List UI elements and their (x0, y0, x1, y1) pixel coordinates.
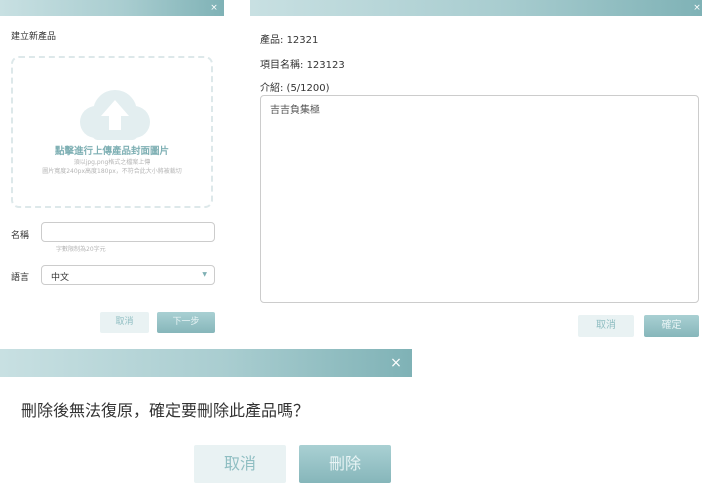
cancel-button[interactable]: 取消 (194, 445, 286, 483)
close-icon[interactable]: × (208, 0, 220, 16)
dialog-header-bar (250, 0, 702, 16)
item-name-info: 項目名稱: 123123 (260, 56, 345, 71)
next-button[interactable]: 下一步 (157, 312, 215, 333)
intro-text: 吉吉負集極 (270, 105, 320, 116)
cancel-button[interactable]: 取消 (578, 315, 634, 337)
intro-label: 介紹: (5/1200) (260, 83, 330, 94)
product-label: 產品: (260, 35, 287, 46)
delete-message: 刪除後無法復原，確定要刪除此產品嗎？ (21, 401, 310, 420)
item-name-label: 項目名稱: (260, 60, 307, 71)
upload-hint: 須以jpg,png格式之檔案上傳 (73, 159, 151, 166)
cloud-upload-icon (80, 90, 150, 140)
chevron-down-icon: ▼ (202, 271, 207, 278)
delete-button[interactable]: 刪除 (299, 445, 391, 483)
name-input[interactable] (41, 222, 215, 242)
item-name-value: 123123 (306, 60, 345, 71)
product-detail-dialog: × 產品: 12321 項目名稱: 123123 介紹: (5/1200) 吉吉… (250, 0, 702, 346)
upload-title: 點擊進行上傳產品封面圖片 (54, 146, 169, 157)
cover-image-upload[interactable]: 點擊進行上傳產品封面圖片 須以jpg,png格式之檔案上傳 圖片寬度240px高… (11, 56, 213, 208)
name-label: 名稱 (11, 231, 30, 241)
create-product-dialog: × 建立新產品 點擊進行上傳產品封面圖片 須以jpg,png格式之檔案上傳 圖片… (0, 0, 224, 346)
language-label: 語言 (11, 273, 30, 283)
name-hint: 字數限制為20字元 (56, 246, 106, 253)
dialog-title: 建立新產品 (11, 32, 57, 42)
dialog-header-bar (0, 349, 412, 377)
cancel-button[interactable]: 取消 (100, 312, 149, 333)
language-value: 中文 (51, 273, 70, 283)
upload-hint: 圖片寬度240px高度180px，不符合此大小將被裁切 (42, 168, 182, 175)
close-icon[interactable]: × (692, 0, 702, 16)
close-icon[interactable]: × (388, 349, 404, 377)
intro-textarea[interactable]: 吉吉負集極 (260, 95, 699, 303)
product-info: 產品: 12321 (260, 31, 318, 46)
delete-confirm-dialog: × 刪除後無法復原，確定要刪除此產品嗎？ 取消 刪除 (0, 349, 412, 490)
dialog-header-bar (0, 0, 224, 16)
language-select[interactable]: 中文 ▼ (41, 265, 215, 285)
confirm-button[interactable]: 確定 (644, 315, 699, 337)
product-value: 12321 (286, 35, 319, 46)
